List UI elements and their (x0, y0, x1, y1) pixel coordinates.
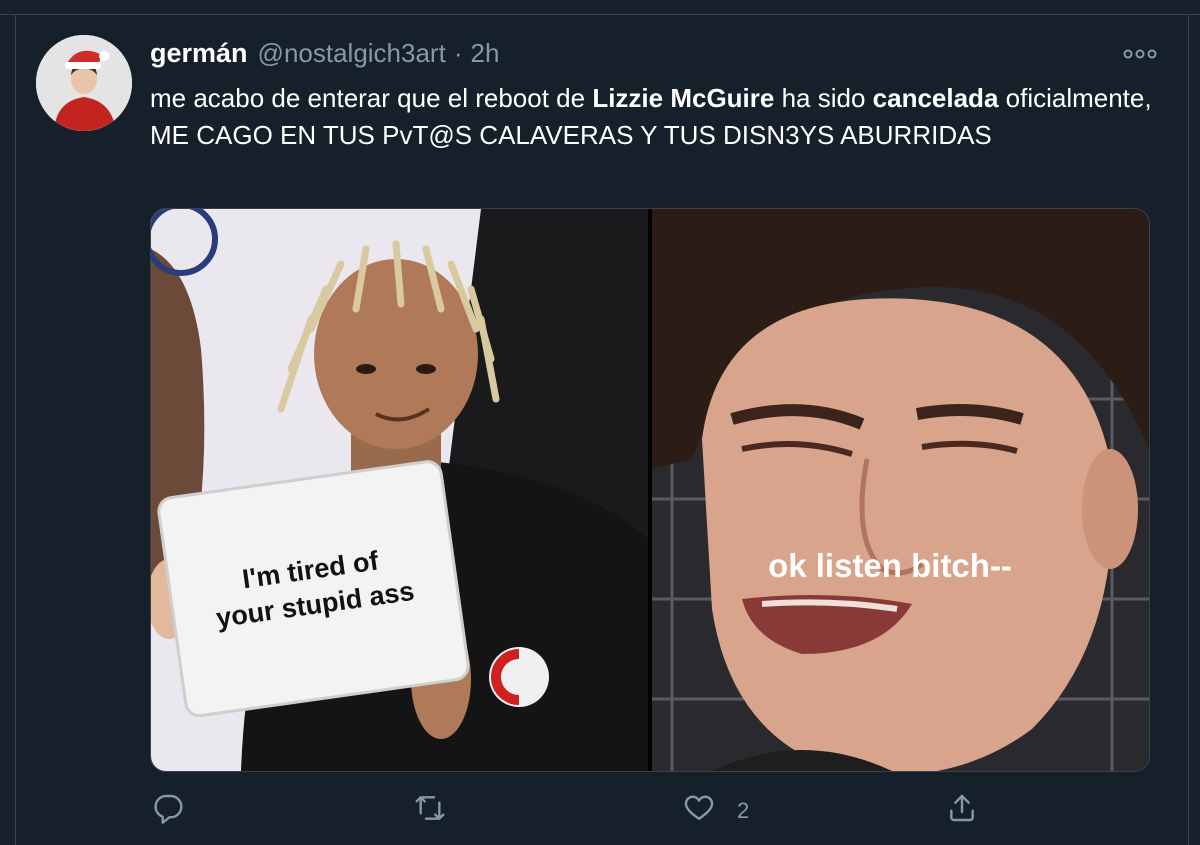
share-button[interactable] (946, 792, 1000, 829)
tweet-text: me acabo de enterar que el reboot de Liz… (150, 80, 1160, 154)
like-icon (683, 792, 715, 829)
like-button[interactable]: 2 (683, 792, 749, 829)
tweet-media[interactable]: I'm tired of your stupid ass ok listen b… (150, 208, 1150, 772)
meme-left-image: I'm tired of your stupid ass (151, 209, 648, 771)
tweet-text-bold: cancelada (872, 83, 999, 113)
divider-left (15, 14, 16, 845)
avatar-image (36, 35, 132, 131)
reply-icon (152, 792, 184, 829)
tweet-header: germán @nostalgich3art · 2h (150, 38, 499, 74)
retweet-button[interactable] (414, 792, 468, 829)
tweet-actions: 2 (0, 788, 1200, 832)
display-name[interactable]: germán (150, 38, 248, 69)
like-count: 2 (737, 797, 750, 823)
divider-top (0, 14, 1200, 15)
meme-caption-right: ok listen bitch-- (768, 547, 1012, 584)
reply-button[interactable] (152, 792, 206, 829)
user-handle[interactable]: @nostalgich3art (258, 38, 446, 69)
retweet-icon (414, 792, 446, 829)
tweet-text-part: ha sido (774, 83, 873, 113)
tweet-text-bold: Lizzie McGuire (592, 83, 775, 113)
tweet-text-part: me acabo de enterar que el reboot de (150, 83, 593, 113)
separator-dot: · (453, 38, 463, 68)
tweet-timestamp[interactable]: 2h (471, 38, 500, 69)
meme-right-image: ok listen bitch-- (652, 209, 1149, 771)
share-icon (946, 792, 978, 829)
divider-right (1188, 14, 1189, 845)
more-icon[interactable] (1122, 42, 1158, 66)
avatar[interactable] (36, 35, 132, 131)
